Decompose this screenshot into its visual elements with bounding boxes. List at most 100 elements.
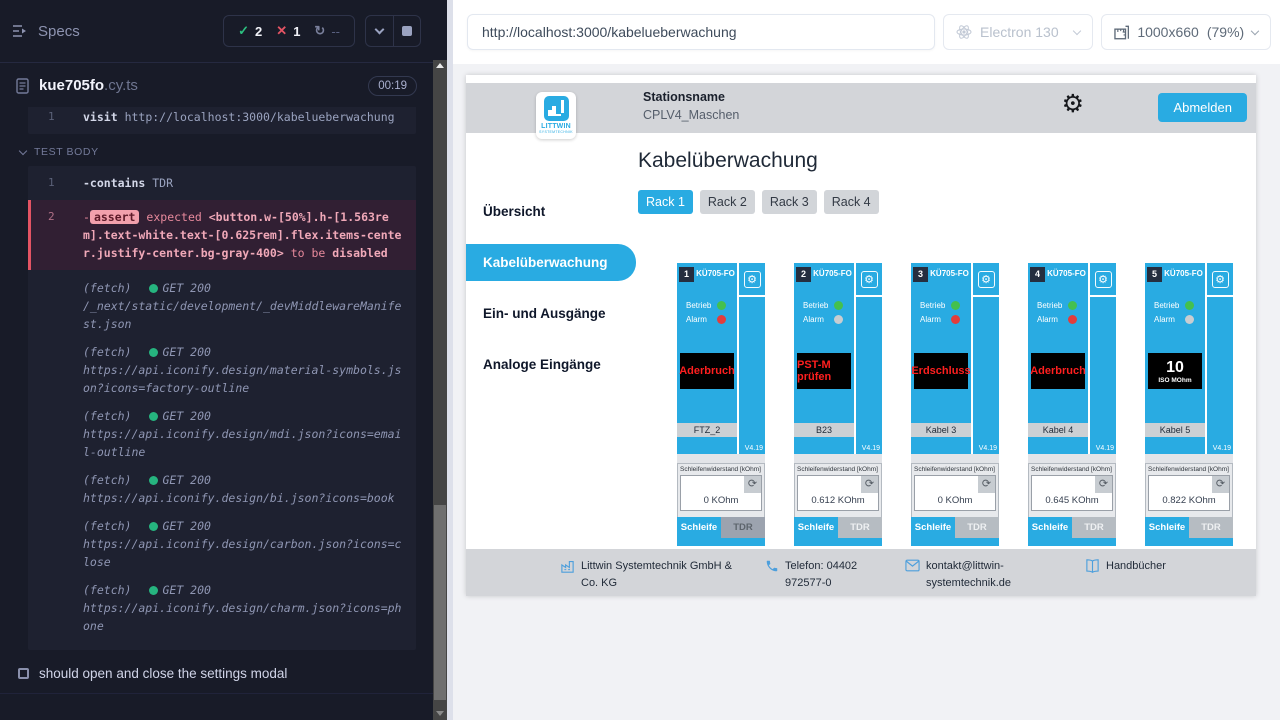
refresh-button[interactable]: ⟳ — [744, 476, 761, 493]
schleife-button[interactable]: Schleife — [677, 517, 721, 538]
value-box: ⟳ 0 KOhm — [914, 475, 996, 511]
status-display: Aderbruch — [680, 353, 734, 389]
refresh-button[interactable]: ⟳ — [978, 476, 995, 493]
sidebar-item-ein-und-ausgaenge[interactable]: Ein- und Ausgänge — [466, 295, 636, 332]
browser-selector[interactable]: Electron 130 — [943, 14, 1093, 50]
betrieb-led — [834, 301, 843, 310]
status-display: 10ISO MOhm — [1148, 353, 1202, 389]
next-test-row[interactable]: should open and close the settings modal — [18, 666, 433, 681]
sidebar-item-kabelueberwachung[interactable]: Kabelüberwachung — [466, 244, 636, 281]
test-stats: ✓2 ✕1 ↻-- — [223, 15, 355, 47]
status-dot — [149, 586, 158, 595]
station-name: CPLV4_Maschen — [643, 108, 739, 122]
sidebar-item-uebersicht[interactable]: Übersicht — [466, 193, 636, 230]
alarm-led — [1068, 315, 1077, 324]
settings-gear-icon[interactable]: ⚙ — [1062, 92, 1084, 117]
station-info: Stationsname CPLV4_Maschen — [643, 90, 739, 122]
device-cards: 1KÜ705-FO Betrieb Alarm Aderbruch FTZ_2 — [677, 263, 1256, 546]
scroll-up-arrow[interactable] — [436, 63, 444, 68]
tdr-button[interactable]: TDR — [1189, 517, 1233, 538]
chevron-down-icon — [19, 146, 27, 154]
alarm-led — [1185, 315, 1194, 324]
factory-icon — [560, 559, 575, 574]
scrollbar-thumb[interactable] — [434, 505, 446, 700]
fetch-log-row[interactable]: (fetch)GET 200 /_next/static/development… — [28, 274, 416, 338]
scrollbar-track[interactable] — [433, 60, 447, 720]
stat-failed: ✕1 — [276, 23, 300, 39]
sidebar-item-analoge-eingaenge[interactable]: Analoge Eingänge — [466, 346, 636, 383]
command-assert-failed[interactable]: 2 -assert expected <button.w-[50%].h-[1.… — [28, 200, 416, 270]
logout-button[interactable]: Abmelden — [1158, 93, 1247, 122]
refresh-button[interactable]: ⟳ — [861, 476, 878, 493]
spec-file-row[interactable]: kue705fo.cy.ts 00:19 — [0, 64, 433, 107]
spec-duration-badge: 00:19 — [368, 76, 417, 96]
scroll-down-arrow[interactable] — [436, 711, 444, 716]
card-number: 2 — [796, 267, 811, 282]
cypress-runner: Specs ✓2 ✕1 ↻-- kue705fo.cy.ts 00:19 — [0, 0, 1280, 720]
card-settings-gear-icon[interactable]: ⚙ — [1095, 271, 1112, 288]
fetch-log-row[interactable]: (fetch)GET 200 https://api.iconify.desig… — [28, 576, 416, 640]
schleife-button[interactable]: Schleife — [1145, 517, 1189, 538]
reporter-scrollbar[interactable] — [433, 0, 447, 720]
refresh-button[interactable]: ⟳ — [1212, 476, 1229, 493]
tab-rack-3[interactable]: Rack 3 — [762, 190, 817, 214]
url-bar[interactable]: http://localhost:3000/kabelueberwachung — [467, 14, 935, 50]
schleife-button[interactable]: Schleife — [1028, 517, 1072, 538]
command-visit[interactable]: 1 visit http://localhost:3000/kabelueber… — [28, 107, 416, 130]
collapse-button[interactable] — [366, 16, 393, 46]
book-icon — [1085, 559, 1100, 573]
schleife-button[interactable]: Schleife — [911, 517, 955, 538]
tab-rack-4[interactable]: Rack 4 — [824, 190, 879, 214]
reporter-header: Specs ✓2 ✕1 ↻-- — [0, 0, 433, 63]
footer-company: Littwin Systemtechnik GmbH & Co. KG — [560, 558, 750, 591]
specs-button[interactable]: Specs — [12, 23, 80, 40]
card-title: KÜ705-FO — [1045, 269, 1088, 278]
betrieb-led — [717, 301, 726, 310]
viewport-selector[interactable]: 1000x660 (79%) — [1101, 14, 1271, 50]
fetch-log-row[interactable]: (fetch)GET 200 https://api.iconify.desig… — [28, 512, 416, 576]
footer-manuals[interactable]: Handbücher — [1085, 558, 1166, 575]
status-dot — [149, 284, 158, 293]
resistance-value: 0.822 KOhm — [1162, 495, 1215, 506]
specs-list-icon — [12, 24, 29, 38]
zoom-label: (79%) — [1207, 24, 1244, 40]
tdr-button[interactable]: TDR — [838, 517, 882, 538]
firmware-version: V4.19 — [1090, 437, 1116, 454]
fetch-log-row[interactable]: (fetch)GET 200 https://api.iconify.desig… — [28, 402, 416, 466]
device-card-5: 5KÜ705-FO Betrieb Alarm 10ISO MOhm Kabel… — [1145, 263, 1233, 546]
resistance-value: 0.645 KOhm — [1045, 495, 1098, 506]
tdr-button[interactable]: TDR — [721, 517, 765, 538]
tdr-button[interactable]: TDR — [1072, 517, 1116, 538]
value-box: ⟳ 0 KOhm — [680, 475, 762, 511]
command-contains[interactable]: 1 -contains TDR — [28, 170, 416, 196]
footer-email[interactable]: kontakt@littwin-systemtechnik.de — [905, 558, 1045, 591]
loop-resistance-panel: Schleifenwiderstand [kOhm] ⟳ 0.645 KOhm — [1028, 463, 1116, 517]
document-icon — [16, 78, 29, 94]
card-settings-gear-icon[interactable]: ⚙ — [861, 271, 878, 288]
tab-rack-1[interactable]: Rack 1 — [638, 190, 693, 214]
card-settings-gear-icon[interactable]: ⚙ — [978, 271, 995, 288]
value-box: ⟳ 0.612 KOhm — [797, 475, 879, 511]
firmware-version: V4.19 — [973, 437, 999, 454]
card-settings-gear-icon[interactable]: ⚙ — [744, 271, 761, 288]
stop-button[interactable] — [393, 16, 420, 46]
alarm-led — [717, 315, 726, 324]
schleife-button[interactable]: Schleife — [794, 517, 838, 538]
betrieb-led — [951, 301, 960, 310]
resistance-value: 0 KOhm — [704, 495, 739, 506]
tab-rack-2[interactable]: Rack 2 — [700, 190, 755, 214]
footer-phone[interactable]: Telefon: 04402 972577-0 — [765, 558, 895, 591]
refresh-button[interactable]: ⟳ — [1095, 476, 1112, 493]
stat-passed: ✓2 — [238, 23, 262, 39]
runner-controls — [365, 15, 421, 47]
fetch-log-row[interactable]: (fetch)GET 200 https://api.iconify.desig… — [28, 466, 416, 512]
fetch-log-row[interactable]: (fetch)GET 200 https://api.iconify.desig… — [28, 338, 416, 402]
tdr-button[interactable]: TDR — [955, 517, 999, 538]
divider — [0, 693, 433, 694]
app-footer: Littwin Systemtechnik GmbH & Co. KG Tele… — [466, 549, 1256, 596]
test-body-header[interactable]: TEST BODY — [20, 146, 433, 158]
cable-name: B23 — [794, 423, 854, 437]
cable-name: Kabel 4 — [1028, 423, 1088, 437]
card-settings-gear-icon[interactable]: ⚙ — [1212, 271, 1229, 288]
app-main: Kabelüberwachung Rack 1 Rack 2 Rack 3 Ra… — [636, 133, 1256, 549]
